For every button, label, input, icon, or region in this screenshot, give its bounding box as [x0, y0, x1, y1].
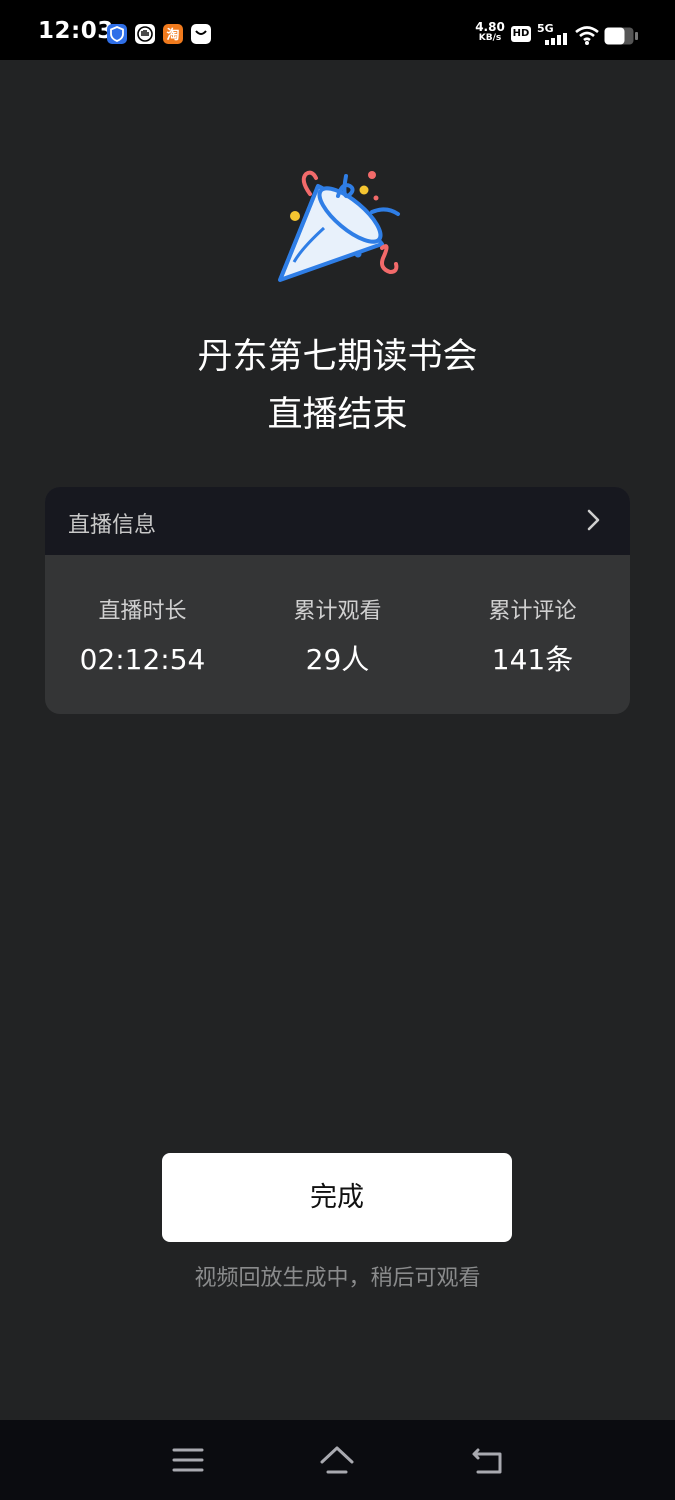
event-title: 丹东第七期读书会 [197, 337, 478, 377]
stat-label: 直播时长 [98, 599, 187, 624]
status-time: 12:03 [38, 18, 114, 44]
done-button[interactable]: 完成 [162, 1153, 512, 1242]
home-icon[interactable] [319, 1442, 355, 1478]
status-bar: 12:03 淘 4.80 KB/s HD 5G [0, 0, 675, 60]
chevron-right-icon [587, 509, 600, 531]
stat-value: 29人 [305, 643, 370, 676]
network-speed-value: 4.80 [475, 20, 505, 34]
wifi-icon [575, 26, 599, 45]
svg-text:淘: 淘 [166, 27, 179, 43]
stat-comments: 累计评论 141条 [435, 597, 630, 677]
menu-icon[interactable] [170, 1442, 206, 1478]
stat-value: 02:12:54 [79, 643, 206, 676]
stat-viewers: 累计观看 29人 [240, 597, 435, 677]
battery-icon [604, 27, 638, 45]
live-ended-label: 直播结束 [267, 395, 408, 435]
signal-bars-icon [545, 33, 567, 45]
stat-label: 累计观看 [293, 599, 382, 624]
party-popper-icon [278, 170, 400, 282]
hd-badge: HD [511, 26, 531, 42]
shield-app-icon [107, 24, 127, 44]
network-speed: 4.80 KB/s [474, 21, 506, 43]
network-speed-unit: KB/s [478, 33, 502, 43]
live-info-card: 直播信息 直播时长 02:12:54 累计观看 29人 累计评论 141条 [45, 487, 630, 714]
stat-value: 141条 [491, 643, 574, 676]
system-nav-bar [0, 1420, 675, 1500]
replay-hint: 视频回放生成中，稍后可观看 [194, 1266, 481, 1291]
page-title: 丹东第七期读书会 直播结束 [0, 328, 675, 444]
stat-duration: 直播时长 02:12:54 [45, 597, 240, 677]
back-icon[interactable] [470, 1442, 506, 1478]
live-info-label: 直播信息 [68, 513, 157, 538]
message-app-icon [191, 24, 211, 44]
live-info-header[interactable]: 直播信息 [45, 487, 630, 555]
taobao-app-icon: 淘 [163, 24, 183, 44]
hand-app-icon [135, 24, 155, 44]
stat-label: 累计评论 [488, 599, 577, 624]
